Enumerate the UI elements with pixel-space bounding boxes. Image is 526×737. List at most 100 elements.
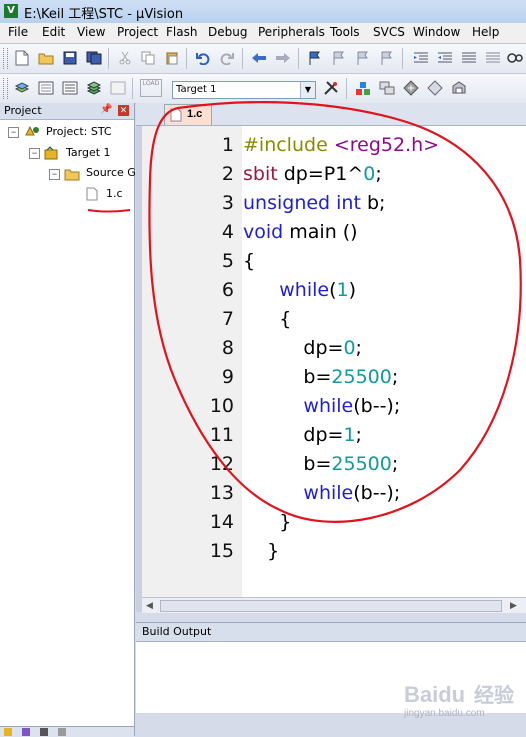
- save-all-icon[interactable]: [85, 49, 103, 67]
- next-bookmark-icon[interactable]: [354, 49, 372, 67]
- close-icon[interactable]: ✕: [118, 105, 129, 116]
- find-icon[interactable]: [506, 49, 524, 67]
- menu-file[interactable]: File: [8, 25, 28, 39]
- menu-help[interactable]: Help: [472, 25, 499, 39]
- line-number: 2: [221, 163, 234, 185]
- line-number: 14: [209, 511, 234, 533]
- menu-project[interactable]: Project: [117, 25, 158, 39]
- build-output-title: Build Output: [142, 625, 212, 638]
- menu-debug[interactable]: Debug: [208, 25, 247, 39]
- indent-icon[interactable]: [412, 49, 430, 67]
- code-line-11: dp=1;: [243, 424, 362, 446]
- line-number: 12: [209, 453, 234, 475]
- batch-build-icon[interactable]: [85, 79, 103, 97]
- code-line-10: while(b--);: [303, 395, 401, 417]
- scroll-right-icon[interactable]: ▶: [510, 600, 517, 611]
- code-line-1: #include <reg52.h>: [243, 134, 440, 156]
- menu-window[interactable]: Window: [413, 25, 460, 39]
- paste-icon[interactable]: [163, 49, 181, 67]
- file-extensions-icon[interactable]: [378, 79, 396, 97]
- code-editor[interactable]: 1 2 3 4 5 6 7 8 9 10 11 12 13 14 15 #inc…: [142, 126, 526, 597]
- bookmark-icon[interactable]: [306, 49, 324, 67]
- code-line-3: unsigned int b;: [243, 192, 386, 214]
- project-panel: Project 📌 ✕ − Project: STC − Target 1 − …: [0, 103, 136, 736]
- manage-runtime-icon[interactable]: [402, 79, 420, 97]
- code-line-4: void main (): [243, 221, 358, 243]
- manage-components-icon[interactable]: [354, 79, 372, 97]
- line-number: 1: [221, 134, 234, 156]
- new-file-icon[interactable]: [13, 49, 31, 67]
- code-line-7: {: [243, 308, 292, 330]
- line-number-gutter: 1 2 3 4 5 6 7 8 9 10 11 12 13 14 15: [142, 126, 242, 597]
- folder-icon: [64, 167, 80, 181]
- menu-svcs[interactable]: SVCS: [373, 25, 405, 39]
- project-tab-icon[interactable]: [4, 728, 12, 736]
- horizontal-scrollbar[interactable]: ◀ ▶: [142, 597, 526, 613]
- code-line-15: }: [243, 540, 280, 562]
- tab-1c[interactable]: 1.c: [164, 104, 212, 125]
- compile-icon[interactable]: [13, 79, 31, 97]
- stop-build-icon[interactable]: [109, 79, 127, 97]
- code-line-5: {: [243, 250, 256, 272]
- code-line-12: b=25500;: [243, 453, 399, 475]
- functions-tab-icon[interactable]: [40, 728, 48, 736]
- save-icon[interactable]: [61, 49, 79, 67]
- uncomment-icon[interactable]: [484, 49, 502, 67]
- collapse-icon[interactable]: −: [8, 127, 19, 138]
- unindent-icon[interactable]: [436, 49, 454, 67]
- menu-peripherals[interactable]: Peripherals: [258, 25, 325, 39]
- title-bar: V E:\Keil 工程\STC - µVision: [0, 0, 526, 24]
- toolbar-grip[interactable]: [3, 48, 8, 69]
- project-panel-title: Project: [4, 104, 42, 117]
- redo-icon[interactable]: [218, 49, 236, 67]
- tree-file-node[interactable]: 1.c: [106, 187, 123, 200]
- nav-back-icon[interactable]: [250, 49, 268, 67]
- prev-bookmark-icon[interactable]: [330, 49, 348, 67]
- scroll-left-icon[interactable]: ◀: [146, 600, 153, 611]
- menu-tools[interactable]: Tools: [330, 25, 360, 39]
- scrollbar-thumb[interactable]: [160, 600, 502, 612]
- menu-bar: File Edit View Project Flash Debug Perip…: [0, 23, 526, 44]
- pack-installer-icon[interactable]: [426, 79, 444, 97]
- pin-icon[interactable]: 📌: [100, 104, 112, 115]
- menu-flash[interactable]: Flash: [166, 25, 197, 39]
- menu-view[interactable]: View: [77, 25, 105, 39]
- menu-edit[interactable]: Edit: [42, 25, 65, 39]
- nav-forward-icon[interactable]: [274, 49, 292, 67]
- download-icon[interactable]: LOAD: [140, 79, 162, 97]
- line-number: 4: [221, 221, 234, 243]
- collapse-icon[interactable]: −: [29, 148, 40, 159]
- chevron-down-icon[interactable]: ▼: [300, 82, 315, 98]
- open-folder-icon[interactable]: [37, 49, 55, 67]
- comment-icon[interactable]: [460, 49, 478, 67]
- code-line-6: while(1): [279, 279, 357, 301]
- code-line-13: while(b--);: [303, 482, 401, 504]
- toolbar-separator: [108, 48, 109, 69]
- target-options-icon[interactable]: [322, 79, 340, 97]
- build-icon[interactable]: [37, 79, 55, 97]
- toolbar-grip[interactable]: [3, 78, 8, 99]
- tree-project-node[interactable]: Project: STC: [46, 125, 112, 138]
- editor-area: 1.c 1 2 3 4 5 6 7 8 9 10 11 12 13 14 15 …: [136, 103, 526, 613]
- cut-icon[interactable]: [116, 49, 134, 67]
- watermark-brand: Baidu: [404, 682, 465, 707]
- rebuild-icon[interactable]: [61, 79, 79, 97]
- target-select[interactable]: Target 1 ▼: [172, 81, 316, 99]
- standard-toolbar: [0, 44, 526, 74]
- clear-bookmarks-icon[interactable]: [378, 49, 396, 67]
- project-panel-header: Project 📌 ✕: [0, 103, 134, 120]
- copy-icon[interactable]: [139, 49, 157, 67]
- line-number: 3: [221, 192, 234, 214]
- select-packs-icon[interactable]: [450, 79, 468, 97]
- books-tab-icon[interactable]: [22, 728, 30, 736]
- undo-icon[interactable]: [194, 49, 212, 67]
- collapse-icon[interactable]: −: [49, 169, 60, 180]
- tree-source-group-node[interactable]: Source G: [86, 166, 136, 179]
- line-number: 10: [209, 395, 234, 417]
- toolbar-separator: [402, 48, 403, 69]
- templates-tab-icon[interactable]: [58, 728, 66, 736]
- toolbar-separator: [346, 78, 347, 99]
- code-line-9: b=25500;: [243, 366, 399, 388]
- line-number: 9: [221, 366, 234, 388]
- tree-target-node[interactable]: Target 1: [66, 146, 111, 159]
